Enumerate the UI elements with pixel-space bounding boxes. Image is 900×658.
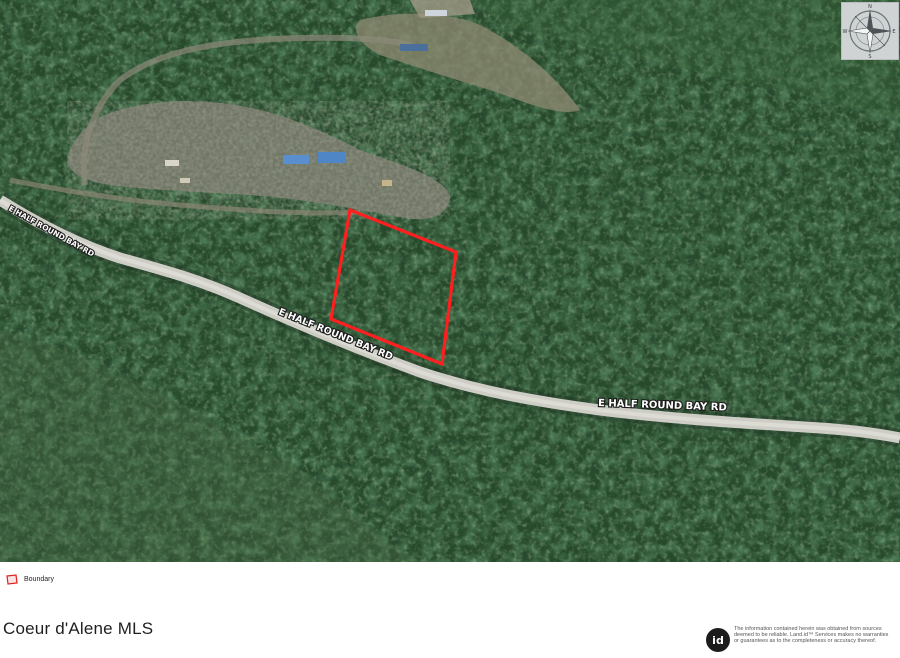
aerial-map[interactable]: E HALF ROUND BAY RD E HALF ROUND BAY RD …	[0, 0, 900, 562]
satellite-imagery: E HALF ROUND BAY RD E HALF ROUND BAY RD …	[0, 0, 900, 562]
svg-text:E: E	[892, 29, 895, 35]
logo-text: id	[712, 634, 724, 647]
land-id-logo-icon: id	[706, 628, 730, 652]
legend-label-boundary: Boundary	[24, 576, 54, 583]
map-legend: Boundary	[0, 562, 450, 592]
svg-text:S: S	[868, 54, 871, 59]
boundary-polygon-icon	[6, 574, 18, 585]
mls-brand-text: Coeur d'Alene MLS	[3, 619, 154, 638]
compass-rose-icon: N E S W	[841, 2, 899, 60]
svg-text:N: N	[868, 4, 872, 10]
disclaimer-text: The information contained herein was obt…	[734, 626, 889, 645]
svg-text:W: W	[843, 29, 848, 35]
